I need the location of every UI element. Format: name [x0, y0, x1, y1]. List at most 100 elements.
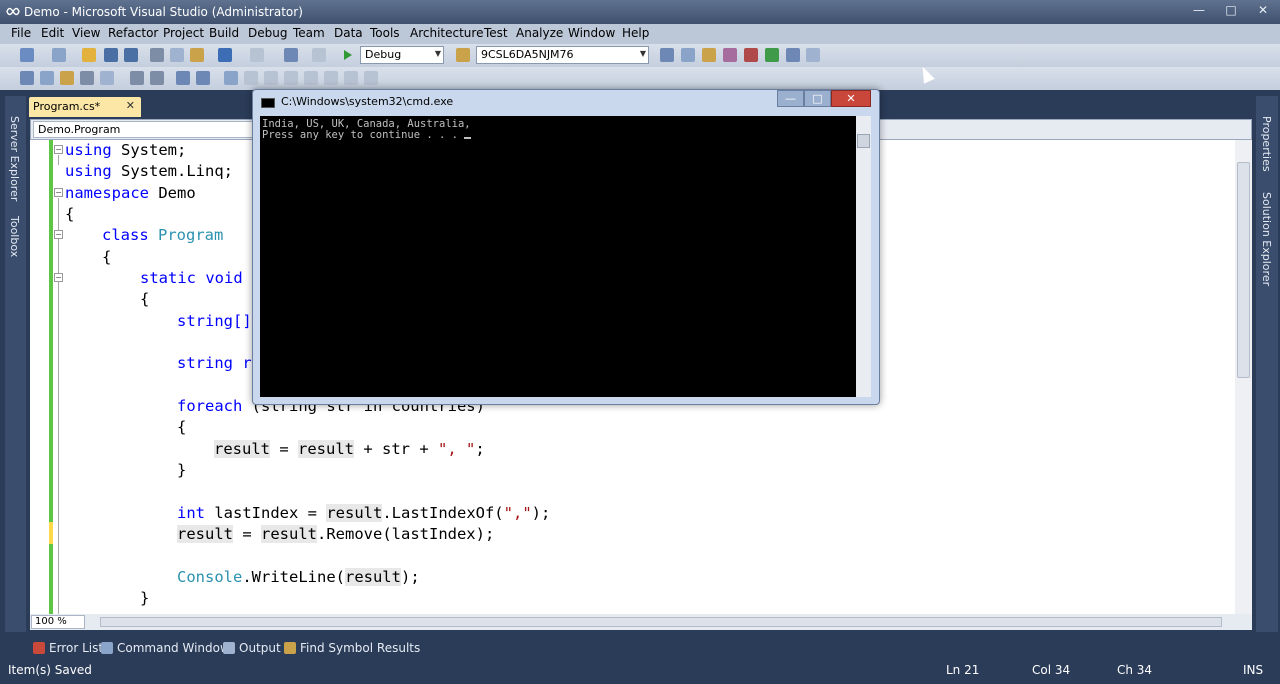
editor-vertical-scrollbar[interactable]: [1235, 140, 1252, 614]
undo-icon[interactable]: [218, 48, 232, 62]
cmd-minimize-button[interactable]: —: [777, 90, 804, 107]
open-folder-icon[interactable]: [82, 48, 96, 62]
redo-icon[interactable]: [250, 48, 264, 62]
cmd-maximize-button[interactable]: □: [804, 90, 831, 107]
collapse-method-icon[interactable]: −: [54, 273, 63, 282]
start-debugging-icon[interactable]: [340, 48, 354, 62]
object-members-icon[interactable]: [20, 71, 34, 85]
menu-architecture[interactable]: Architecture: [410, 26, 483, 40]
code-line-15: int lastIndex = result.LastIndexOf(",");: [177, 503, 550, 524]
uncomment-icon[interactable]: [196, 71, 210, 85]
menu-edit[interactable]: Edit: [41, 26, 64, 40]
decrease-indent-icon[interactable]: [130, 71, 144, 85]
find-combo[interactable]: 9CSL6DA5NJM76 ▼: [476, 46, 649, 64]
menu-build[interactable]: Build: [209, 26, 239, 40]
object-browser-icon[interactable]: [723, 48, 737, 62]
close-button[interactable]: ✕: [1252, 3, 1274, 19]
tab-output[interactable]: Output: [223, 641, 281, 655]
find-icon[interactable]: [660, 48, 674, 62]
navigate-backward-icon[interactable]: [284, 48, 298, 62]
previous-bookmark-in-document-icon[interactable]: [324, 71, 338, 85]
menu-tools[interactable]: Tools: [370, 26, 400, 40]
code-line-3: namespace Demo: [65, 183, 196, 204]
parameter-info-icon[interactable]: [40, 71, 54, 85]
server-explorer-tab[interactable]: Server Explorer: [8, 116, 21, 201]
cmd-close-button[interactable]: ✕: [831, 90, 871, 107]
menu-debug[interactable]: Debug: [248, 26, 287, 40]
next-bookmark-icon[interactable]: [264, 71, 278, 85]
find-in-files-icon[interactable]: [456, 48, 470, 62]
right-tool-strip: Properties Solution Explorer: [1256, 96, 1278, 632]
keyword: int: [177, 504, 205, 522]
properties-tab[interactable]: Properties: [1260, 116, 1273, 172]
type-navigation-select[interactable]: Demo.Program: [33, 121, 265, 138]
menu-file[interactable]: File: [11, 26, 31, 40]
toggle-completion-icon[interactable]: [100, 71, 114, 85]
add-item-icon[interactable]: [52, 48, 66, 62]
highlighted-reference: result: [298, 440, 354, 458]
toolbox-icon[interactable]: [744, 48, 758, 62]
next-bookmark-in-document-icon[interactable]: [344, 71, 358, 85]
window-title: Demo - Microsoft Visual Studio (Administ…: [24, 5, 303, 19]
code-line-10: string r: [177, 354, 252, 372]
toolbox-tab[interactable]: Toolbox: [8, 216, 21, 257]
code-line-9: string[]: [177, 312, 252, 330]
bookmark-icon[interactable]: [224, 71, 238, 85]
code-text: System.Linq;: [111, 162, 233, 180]
previous-bookmark-icon[interactable]: [244, 71, 258, 85]
previous-bookmark-in-folder-icon[interactable]: [284, 71, 298, 85]
menu-analyze[interactable]: Analyze: [516, 26, 563, 40]
comment-out-icon[interactable]: [176, 71, 190, 85]
copy-icon[interactable]: [170, 48, 184, 62]
menu-window[interactable]: Window: [568, 26, 615, 40]
keyword: foreach: [177, 397, 243, 415]
maximize-button[interactable]: □: [1220, 3, 1242, 19]
horizontal-scrollbar-thumb[interactable]: [100, 617, 1222, 627]
find-symbol-icon: [284, 642, 296, 654]
complete-word-icon[interactable]: [80, 71, 94, 85]
solution-explorer-icon[interactable]: [681, 48, 695, 62]
quick-info-icon[interactable]: [60, 71, 74, 85]
menu-team[interactable]: Team: [293, 26, 325, 40]
collapse-usings-icon[interactable]: −: [54, 145, 63, 154]
outline-line: [58, 155, 59, 165]
cmd-window[interactable]: C:\Windows\system32\cmd.exe — □ ✕ India,…: [252, 89, 880, 405]
menu-data[interactable]: Data: [334, 26, 363, 40]
solution-explorer-tab[interactable]: Solution Explorer: [1260, 192, 1273, 286]
zoom-select[interactable]: 100 %: [31, 615, 85, 629]
menu-help[interactable]: Help: [622, 26, 649, 40]
command-window-icon[interactable]: [806, 48, 820, 62]
menu-project[interactable]: Project: [163, 26, 204, 40]
tab-error-list[interactable]: Error List: [33, 641, 103, 655]
tab-find-symbol-results[interactable]: Find Symbol Results: [284, 641, 420, 655]
text-cursor: [464, 137, 472, 139]
clear-bookmarks-icon[interactable]: [364, 71, 378, 85]
minimize-button[interactable]: —: [1188, 3, 1210, 19]
collapse-namespace-icon[interactable]: −: [54, 188, 63, 197]
keyword: using: [65, 162, 112, 180]
collapse-class-icon[interactable]: −: [54, 230, 63, 239]
solution-configuration-select[interactable]: Debug ▼: [360, 46, 444, 64]
paste-icon[interactable]: [190, 48, 204, 62]
scrollbar-thumb[interactable]: [1237, 162, 1250, 378]
close-tab-icon[interactable]: ✕: [126, 99, 135, 112]
new-project-icon[interactable]: [20, 48, 34, 62]
menu-view[interactable]: View: [72, 26, 100, 40]
cmd-console[interactable]: India, US, UK, Canada, Australia, Press …: [260, 116, 856, 397]
menu-test[interactable]: Test: [484, 26, 508, 40]
save-icon[interactable]: [104, 48, 118, 62]
cut-icon[interactable]: [150, 48, 164, 62]
start-page-icon[interactable]: [765, 48, 779, 62]
increase-indent-icon[interactable]: [150, 71, 164, 85]
cmd-scrollbar-thumb[interactable]: [857, 134, 870, 148]
tab-command-window[interactable]: Command Window: [101, 641, 230, 655]
tab-program-cs[interactable]: Program.cs* ✕: [29, 97, 141, 117]
extension-manager-icon[interactable]: [786, 48, 800, 62]
menu-refactor[interactable]: Refactor: [108, 26, 158, 40]
properties-icon[interactable]: [702, 48, 716, 62]
next-bookmark-in-folder-icon[interactable]: [304, 71, 318, 85]
code-line-16: result = result.Remove(lastIndex);: [177, 524, 494, 545]
cmd-scrollbar[interactable]: [856, 116, 871, 397]
navigate-forward-icon[interactable]: [312, 48, 326, 62]
save-all-icon[interactable]: [124, 48, 138, 62]
